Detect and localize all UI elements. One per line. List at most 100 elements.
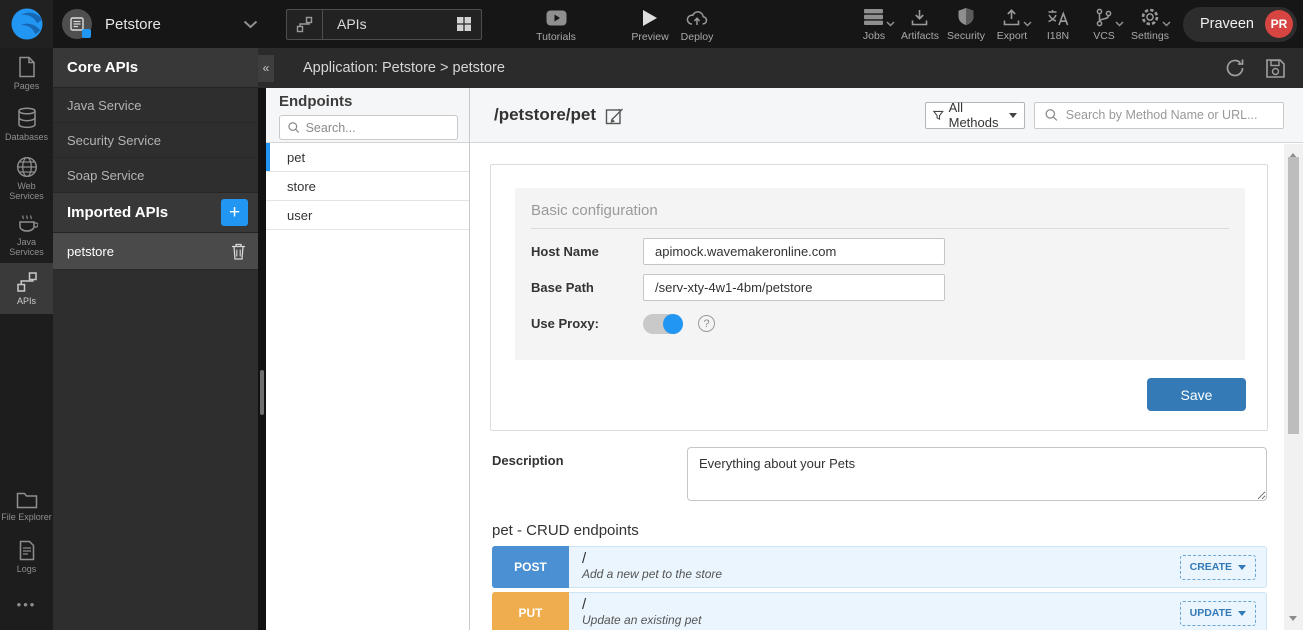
- endpoint-item-user[interactable]: user: [266, 201, 469, 230]
- vcs-label: VCS: [1093, 30, 1115, 42]
- breadcrumb: Application: Petstore > petstore: [303, 60, 505, 76]
- left-icon-rail: Pages Databases Web Services Java Servic…: [0, 48, 53, 630]
- sidebar-item-java-service[interactable]: Java Service: [53, 88, 258, 123]
- help-icon[interactable]: ?: [698, 315, 715, 332]
- rail-label: File Explorer: [1, 512, 52, 522]
- preview-button[interactable]: Preview: [623, 8, 677, 43]
- endpoint-row-put[interactable]: PUT / Update an existing pet UPDATE: [492, 592, 1267, 630]
- action-label: CREATE: [1190, 561, 1232, 573]
- save-button[interactable]: Save: [1147, 378, 1246, 411]
- export-button[interactable]: Export: [989, 6, 1035, 42]
- crud-endpoints-heading: pet - CRUD endpoints: [492, 522, 639, 539]
- rail-item-logs[interactable]: Logs: [0, 532, 53, 583]
- chevron-down-icon[interactable]: [243, 20, 258, 29]
- side-panel-scrollbar[interactable]: [258, 88, 266, 630]
- update-action-button[interactable]: UPDATE: [1180, 601, 1256, 626]
- host-name-label: Host Name: [531, 244, 643, 259]
- play-icon: [642, 9, 658, 27]
- chevron-down-icon: [1238, 565, 1246, 574]
- module-selector[interactable]: APIs: [286, 9, 482, 40]
- user-avatar: PR: [1265, 10, 1293, 38]
- method-badge-put: PUT: [492, 592, 569, 630]
- main-header: /petstore/pet All Methods: [470, 88, 1303, 143]
- endpoints-search-input[interactable]: [306, 121, 449, 135]
- log-document-icon: [18, 540, 36, 561]
- rail-item-java-services[interactable]: Java Services: [0, 208, 53, 264]
- method-search[interactable]: [1034, 102, 1284, 129]
- scroll-down-arrow[interactable]: [1289, 616, 1297, 625]
- method-search-input[interactable]: [1066, 108, 1273, 122]
- i18n-label: I18N: [1047, 30, 1069, 42]
- globe-icon: [16, 156, 38, 178]
- endpoint-config-card: Basic configuration Host Name Base Path …: [490, 164, 1268, 431]
- project-avatar: [62, 9, 92, 39]
- edit-pencil-icon: [605, 106, 624, 125]
- base-path-input[interactable]: [643, 274, 945, 301]
- sidebar-item-soap-service[interactable]: Soap Service: [53, 158, 258, 193]
- core-apis-title: Core APIs: [67, 59, 138, 76]
- rail-item-web-services[interactable]: Web Services: [0, 150, 53, 208]
- youtube-icon: [546, 10, 567, 26]
- methods-filter-select[interactable]: All Methods: [925, 102, 1025, 129]
- refresh-icon[interactable]: [1224, 57, 1246, 79]
- create-action-button[interactable]: CREATE: [1180, 555, 1256, 580]
- app-logo[interactable]: [0, 0, 53, 48]
- rail-more-button[interactable]: •••: [0, 583, 53, 630]
- security-label: Security: [947, 30, 985, 42]
- rail-item-databases[interactable]: Databases: [0, 99, 53, 150]
- rail-item-file-explorer[interactable]: File Explorer: [0, 481, 53, 532]
- application-bar: « Application: Petstore > petstore: [258, 48, 1303, 88]
- description-textarea[interactable]: Everything about your Pets: [687, 447, 1267, 501]
- jobs-button[interactable]: Jobs: [851, 6, 897, 42]
- toggle-knob: [663, 314, 683, 334]
- save-disk-icon[interactable]: [1265, 58, 1286, 79]
- chevron-down-icon: [1009, 113, 1017, 122]
- download-icon: [910, 8, 929, 27]
- user-menu[interactable]: Praveen PR: [1183, 7, 1297, 42]
- edit-title-button[interactable]: [605, 106, 624, 125]
- collapse-panel-button[interactable]: «: [258, 55, 274, 82]
- endpoints-panel: Endpoints pet store user: [266, 88, 470, 630]
- main-scrollbar[interactable]: [1284, 144, 1303, 630]
- endpoint-item-pet[interactable]: pet: [266, 143, 469, 172]
- use-proxy-label: Use Proxy:: [531, 316, 643, 331]
- add-api-button[interactable]: +: [221, 199, 248, 226]
- endpoints-search[interactable]: [279, 115, 458, 140]
- tutorials-button[interactable]: Tutorials: [527, 8, 585, 43]
- rail-item-pages[interactable]: Pages: [0, 48, 53, 99]
- topbar-right-nav: Jobs Artifacts Security: [851, 0, 1297, 48]
- base-path-row: Base Path: [531, 274, 1229, 301]
- database-icon: [17, 107, 37, 129]
- grid-icon[interactable]: [456, 16, 472, 32]
- vcs-button[interactable]: VCS: [1081, 6, 1127, 42]
- use-proxy-row: Use Proxy: ?: [531, 310, 1229, 337]
- sidebar-item-security-service[interactable]: Security Service: [53, 123, 258, 158]
- endpoint-item-store[interactable]: store: [266, 172, 469, 201]
- project-switcher[interactable]: Petstore: [62, 9, 258, 39]
- rail-label: Databases: [5, 132, 48, 142]
- module-selector-label: APIs: [337, 16, 367, 32]
- rail-label: Java Services: [1, 237, 52, 258]
- scrollbar-thumb[interactable]: [1288, 157, 1299, 434]
- settings-button[interactable]: Settings: [1127, 6, 1173, 42]
- sidebar-item-petstore[interactable]: petstore: [53, 233, 258, 270]
- scrollbar-thumb[interactable]: [260, 370, 264, 415]
- rail-item-apis[interactable]: APIs: [0, 263, 53, 314]
- use-proxy-toggle[interactable]: [643, 314, 683, 334]
- wavemaker-logo-icon: [10, 7, 44, 41]
- security-button[interactable]: Security: [943, 6, 989, 42]
- endpoints-header: Endpoints: [266, 88, 469, 143]
- deploy-button[interactable]: Deploy: [673, 8, 721, 43]
- host-name-input[interactable]: [643, 238, 945, 265]
- endpoint-row-body: / Add a new pet to the store: [569, 547, 1180, 587]
- sidebar-item-label: Java Service: [67, 98, 141, 113]
- i18n-button[interactable]: I18N: [1035, 6, 1081, 42]
- rail-label: Web Services: [1, 181, 52, 202]
- basic-configuration-heading: Basic configuration: [531, 202, 1229, 229]
- trash-icon[interactable]: [231, 243, 246, 260]
- page-icon: [17, 56, 37, 78]
- imported-apis-title: Imported APIs: [67, 204, 168, 221]
- jobs-server-icon: [863, 8, 884, 26]
- endpoint-row-post[interactable]: POST / Add a new pet to the store CREATE: [492, 546, 1267, 588]
- artifacts-button[interactable]: Artifacts: [897, 6, 943, 42]
